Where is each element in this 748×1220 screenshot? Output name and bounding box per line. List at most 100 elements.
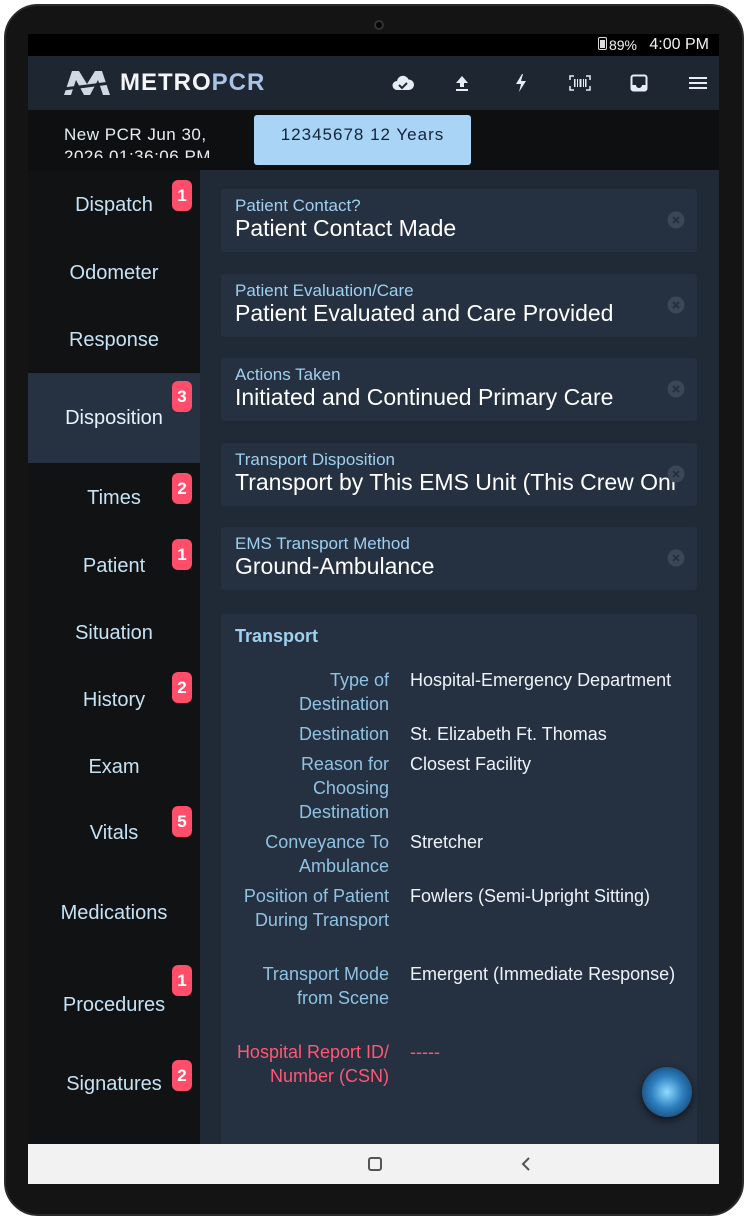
sidebar-item-disposition[interactable]: Disposition 3	[28, 373, 200, 463]
sidebar-item-label: Medications	[60, 901, 168, 924]
field-label: EMS Transport Method	[235, 534, 410, 553]
assistant-orb-button[interactable]	[642, 1067, 692, 1117]
sidebar-item-situation[interactable]: Situation	[28, 600, 200, 666]
pcr-title: New PCR Jun 30, 2026 01:36:06 PM	[64, 125, 211, 158]
clear-icon[interactable]	[667, 296, 685, 314]
sidebar-item-label: History	[82, 688, 146, 711]
battery-percent: 89%	[608, 37, 637, 53]
lightning-icon	[515, 74, 526, 92]
sidebar-item-label: Procedures	[62, 993, 166, 1016]
sidebar-item-label: Disposition	[65, 406, 163, 429]
section-sidebar: Dispatch 1 Odometer Response Disposition…	[28, 170, 200, 1184]
app-screen: 89% 4:00 PM METROPCR New PCR Jun 30, 202…	[28, 34, 719, 1184]
sidebar-item-label: Signatures	[66, 1072, 162, 1095]
field-value: Ground-Ambulance	[235, 553, 435, 579]
system-nav-bar	[28, 1144, 719, 1184]
transport-row-value: Hospital-Emergency Department	[410, 670, 672, 690]
transport-row-label: Conveyance To Ambulance	[265, 832, 389, 876]
barcode-scan-button[interactable]	[550, 70, 609, 96]
transport-row-label: Type of Destination	[298, 670, 389, 714]
patient-id-button[interactable]: 12345678 12 Years	[254, 115, 471, 165]
cloud-sync-icon	[392, 75, 414, 90]
menu-button[interactable]	[668, 70, 719, 96]
error-count-badge: 2	[172, 672, 192, 703]
transport-row-label: Hospital Report ID/ Number (CSN)	[236, 1042, 389, 1086]
sidebar-item-label: Patient	[82, 555, 146, 577]
transport-row-label: Reason for Choosing Destination	[298, 754, 389, 822]
transport-row-value: Stretcher	[410, 832, 484, 852]
sidebar-item-label: Times	[87, 486, 141, 509]
sidebar-item-exam[interactable]: Exam	[28, 734, 200, 800]
sidebar-item-vitals[interactable]: Vitals 5	[28, 800, 200, 867]
transport-disposition-field[interactable]: Transport Disposition Transport by This …	[221, 443, 697, 506]
back-icon[interactable]	[518, 1155, 534, 1173]
sidebar-item-label: Odometer	[69, 262, 159, 284]
sidebar-item-dispatch[interactable]: Dispatch 1	[28, 170, 200, 240]
transport-row-value: Closest Facility	[410, 754, 532, 774]
transport-row-value: Emergent (Immediate Response)	[410, 964, 676, 984]
status-bar: 89% 4:00 PM	[28, 34, 719, 56]
field-label: Patient Evaluation/Care	[235, 281, 414, 300]
transport-row-value: St. Elizabeth Ft. Thomas	[410, 724, 607, 744]
sidebar-item-patient[interactable]: Patient 1	[28, 533, 200, 600]
field-label: Actions Taken	[235, 365, 341, 384]
inbox-button[interactable]	[609, 70, 668, 96]
sidebar-item-procedures[interactable]: Procedures 1	[28, 959, 200, 1051]
upload-button[interactable]	[432, 70, 491, 96]
sidebar-item-label: Dispatch	[75, 193, 153, 216]
sidebar-item-response[interactable]: Response	[28, 307, 200, 373]
sidebar-item-label: Vitals	[89, 822, 139, 844]
app-logo: METROPCR	[60, 67, 265, 99]
sidebar-item-odometer[interactable]: Odometer	[28, 240, 200, 307]
transport-section-title: Transport	[235, 626, 319, 646]
sidebar-item-label: Response	[68, 328, 160, 351]
field-value: Transport by This EMS Unit (This Crew On…	[235, 469, 675, 495]
battery-icon	[598, 37, 607, 50]
logo-text: METROPCR	[120, 69, 266, 96]
error-count-badge: 1	[172, 180, 192, 211]
error-count-badge: 5	[172, 806, 192, 837]
cloud-sync-button[interactable]	[373, 70, 432, 96]
menu-icon	[688, 77, 707, 89]
transport-row-label: Destination	[298, 724, 389, 744]
error-count-badge: 2	[172, 473, 192, 504]
transport-row-label: Transport Mode from Scene	[262, 964, 389, 1008]
field-value: Initiated and Continued Primary Care	[235, 384, 614, 410]
upload-icon	[455, 76, 468, 91]
clear-icon[interactable]	[667, 380, 685, 398]
inbox-icon	[630, 74, 647, 92]
patient-contact-field[interactable]: Patient Contact? Patient Contact Made	[221, 189, 697, 252]
barcode-scan-icon	[568, 75, 591, 91]
transport-row-value: -----	[410, 1042, 440, 1062]
app-bar: METROPCR	[28, 56, 719, 110]
logo-mark-icon	[60, 71, 114, 95]
status-time: 4:00 PM	[649, 36, 709, 53]
sidebar-item-signatures[interactable]: Signatures 2	[28, 1051, 200, 1117]
clear-icon[interactable]	[667, 549, 685, 567]
ems-transport-method-field[interactable]: EMS Transport Method Ground-Ambulance	[221, 527, 697, 590]
actions-taken-field[interactable]: Actions Taken Initiated and Continued Pr…	[221, 358, 697, 421]
sidebar-item-medications[interactable]: Medications	[28, 867, 200, 959]
error-count-badge: 1	[172, 539, 192, 570]
field-value: Patient Evaluated and Care Provided	[235, 300, 614, 326]
disposition-panel: Patient Contact? Patient Contact Made Pa…	[200, 170, 719, 1154]
pcr-header: New PCR Jun 30, 2026 01:36:06 PM 1234567…	[28, 110, 719, 170]
field-label: Patient Contact?	[235, 196, 361, 215]
quick-action-button[interactable]	[491, 70, 550, 96]
sidebar-item-label: Exam	[88, 755, 140, 778]
transport-section[interactable]: Transport Type of Destination Hospital-E…	[221, 614, 697, 1154]
sidebar-item-label: Situation	[75, 621, 153, 644]
clear-icon[interactable]	[667, 211, 685, 229]
toolbar	[373, 70, 719, 96]
front-camera	[374, 20, 384, 30]
sidebar-item-times[interactable]: Times 2	[28, 463, 200, 533]
error-count-badge: 3	[172, 381, 192, 412]
transport-row-value: Fowlers (Semi-Upright Sitting)	[410, 886, 651, 906]
clear-icon[interactable]	[667, 465, 685, 483]
sidebar-item-history[interactable]: History 2	[28, 666, 200, 734]
field-value: Patient Contact Made	[235, 215, 457, 241]
home-icon[interactable]	[368, 1157, 382, 1171]
transport-row-label: Position of Patient During Transport	[243, 886, 389, 930]
error-count-badge: 1	[172, 965, 192, 996]
patient-evaluation-care-field[interactable]: Patient Evaluation/Care Patient Evaluate…	[221, 274, 697, 337]
